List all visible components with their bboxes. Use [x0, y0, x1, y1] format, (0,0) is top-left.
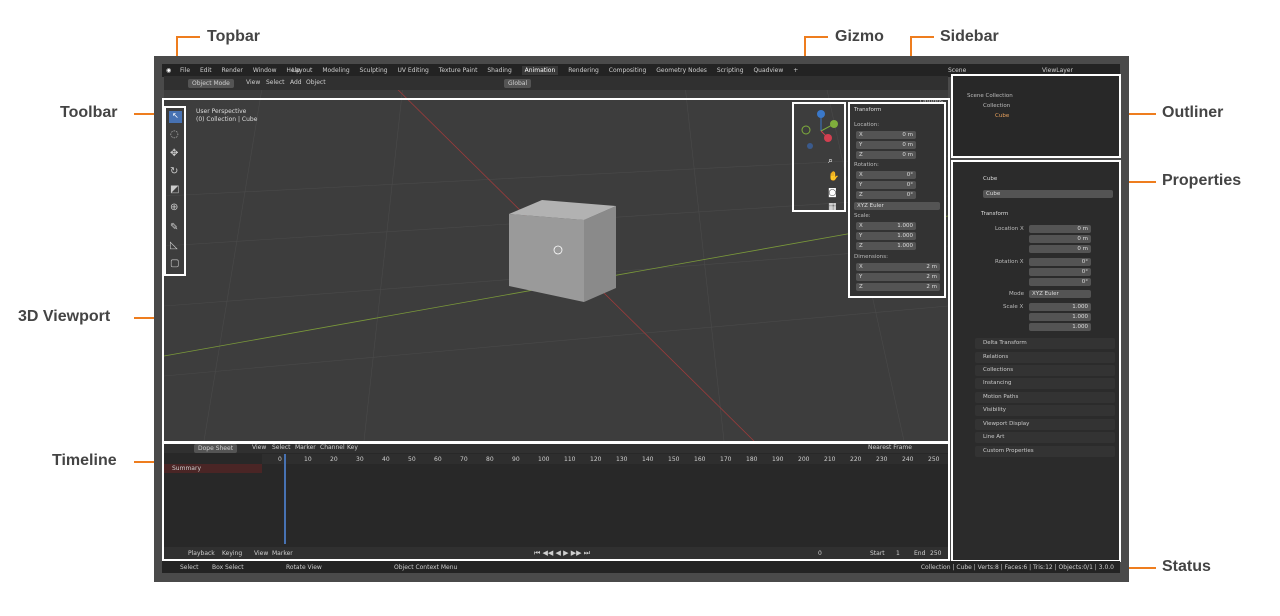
tab-geometry-nodes[interactable]: Geometry Nodes — [656, 67, 707, 74]
transform-orientation[interactable]: Global — [504, 79, 532, 88]
outliner-highlight — [951, 74, 1121, 158]
tab-uv-editing[interactable]: UV Editing — [398, 67, 429, 74]
tab-rendering[interactable]: Rendering — [568, 67, 599, 74]
mode-dropdown[interactable]: Object Mode — [188, 79, 234, 88]
callout-viewport: 3D Viewport — [18, 308, 111, 325]
status-rotate-view: Rotate View — [286, 564, 322, 571]
viewport-header: Object Mode View Select Add Object Globa… — [164, 76, 948, 105]
tab-compositing[interactable]: Compositing — [609, 67, 647, 74]
callout-gizmo: Gizmo — [835, 28, 884, 45]
callout-toolbar: Toolbar — [60, 104, 118, 121]
blender-window: ◉ File Edit Render Window Help Layout Mo… — [154, 56, 1129, 582]
tab-sculpting[interactable]: Sculpting — [360, 67, 388, 74]
tab-scripting[interactable]: Scripting — [717, 67, 744, 74]
menu-edit[interactable]: Edit — [200, 67, 212, 74]
status-bar: Select Box Select Rotate View Object Con… — [162, 561, 1120, 573]
add-workspace-button[interactable]: + — [793, 67, 798, 74]
status-select: Select — [180, 564, 199, 571]
properties-highlight — [951, 160, 1121, 562]
menu-file[interactable]: File — [180, 67, 190, 74]
callout-status: Status — [1162, 558, 1211, 575]
tab-quadview[interactable]: Quadview — [753, 67, 783, 74]
scene-selector[interactable]: Scene — [948, 67, 966, 74]
add-menu[interactable]: Add — [290, 79, 302, 86]
object-menu[interactable]: Object — [306, 79, 326, 86]
callout-timeline: Timeline — [52, 452, 117, 469]
callout-topbar: Topbar — [207, 28, 261, 45]
viewport-highlight — [162, 98, 950, 443]
callout-outliner: Outliner — [1162, 104, 1224, 121]
status-context-menu: Object Context Menu — [394, 564, 458, 571]
callout-properties: Properties — [1162, 172, 1242, 189]
view-menu[interactable]: View — [246, 79, 260, 86]
view-layer-selector[interactable]: ViewLayer — [1042, 67, 1073, 74]
tab-modeling[interactable]: Modeling — [322, 67, 349, 74]
select-menu[interactable]: Select — [266, 79, 285, 86]
callout-sidebar: Sidebar — [940, 28, 999, 45]
menu-window[interactable]: Window — [253, 67, 277, 74]
tab-texture-paint[interactable]: Texture Paint — [439, 67, 478, 74]
tab-layout[interactable]: Layout — [292, 67, 312, 74]
status-info: Collection | Cube | Verts:8 | Faces:6 | … — [920, 564, 1114, 571]
tab-animation[interactable]: Animation — [521, 66, 559, 75]
blender-logo-icon[interactable]: ◉ — [166, 67, 171, 74]
timeline-highlight — [162, 442, 950, 561]
menu-render[interactable]: Render — [222, 67, 243, 74]
tab-shading[interactable]: Shading — [487, 67, 511, 74]
status-box-select: Box Select — [212, 564, 244, 571]
